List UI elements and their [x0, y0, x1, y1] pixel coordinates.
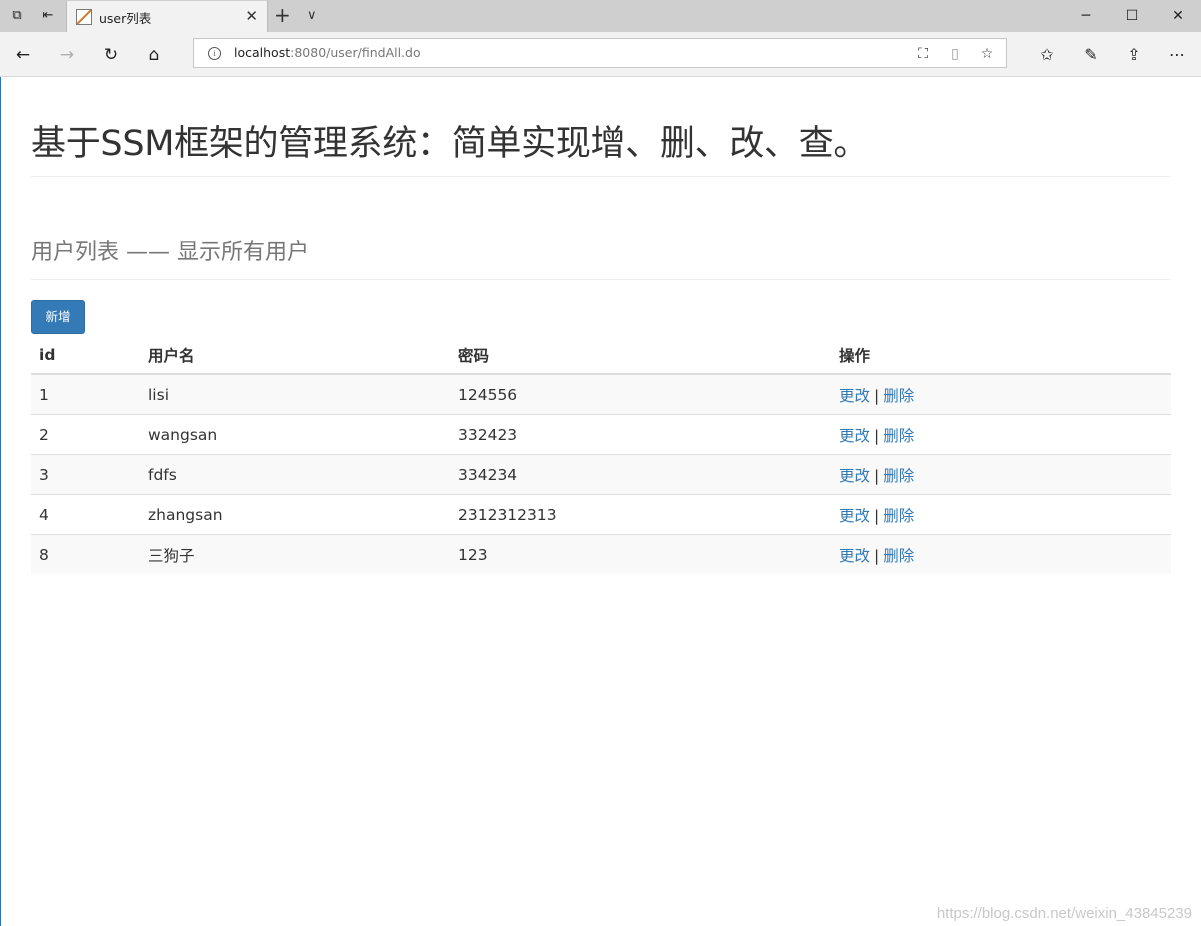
refresh-icon[interactable]: ↻: [98, 42, 124, 68]
share-icon[interactable]: ⇪: [1121, 42, 1147, 68]
minimize-icon[interactable]: ─: [1063, 0, 1109, 32]
cell-password: 123: [450, 534, 831, 574]
cell-actions: 更改 | 删除: [831, 534, 1171, 574]
divider: [31, 176, 1171, 177]
action-separator: |: [874, 506, 880, 525]
delete-link[interactable]: 删除: [883, 427, 914, 445]
close-tab-icon[interactable]: ✕: [245, 6, 258, 26]
maximize-icon[interactable]: ☐: [1109, 0, 1155, 32]
delete-link[interactable]: 删除: [883, 547, 914, 565]
cell-id: 1: [31, 373, 140, 415]
window-border: [0, 0, 1, 926]
tab-strip: ⧉ ⇤ user列表 ✕ + ∨ ─ ☐ ✕: [0, 0, 1201, 32]
cell-actions: 更改 | 删除: [831, 494, 1171, 535]
action-separator: |: [874, 466, 880, 485]
action-separator: |: [874, 386, 880, 405]
page-title: 基于SSM框架的管理系统：简单实现增、删、改、查。: [31, 124, 869, 164]
page-subtitle: 用户列表 —— 显示所有用户: [31, 240, 309, 265]
table-header-row: id 用户名 密码 操作: [31, 336, 1171, 375]
cell-id: 3: [31, 454, 140, 495]
header-actions: 操作: [831, 336, 1171, 375]
chevron-down-icon[interactable]: ∨: [307, 5, 317, 27]
cell-actions: 更改 | 删除: [831, 414, 1171, 455]
pen-icon[interactable]: ✎: [1078, 42, 1104, 68]
header-password: 密码: [450, 336, 831, 375]
url-text[interactable]: localhost:8080/user/findAll.do: [234, 45, 421, 60]
action-separator: |: [874, 546, 880, 565]
table-row: 1 lisi 124556 更改 | 删除: [31, 373, 1171, 415]
delete-link[interactable]: 删除: [883, 387, 914, 405]
divider: [31, 279, 1171, 280]
edit-link[interactable]: 更改: [839, 547, 870, 565]
cell-username: fdfs: [140, 454, 450, 495]
user-table: id 用户名 密码 操作 1 lisi 124556 更改 | 删除 2 wangs…: [31, 336, 1171, 574]
favorites-icon[interactable]: ✩: [1034, 42, 1060, 68]
cell-password: 334234: [450, 454, 831, 495]
cell-id: 4: [31, 494, 140, 535]
cell-password: 332423: [450, 414, 831, 455]
action-separator: |: [874, 426, 880, 445]
favicon-icon: [76, 9, 92, 25]
watermark: https://blog.csdn.net/weixin_43845239: [936, 905, 1192, 922]
cell-username: 三狗子: [140, 534, 450, 574]
url-host: localhost: [234, 45, 291, 60]
cell-username: wangsan: [140, 414, 450, 455]
cell-username: lisi: [140, 373, 450, 415]
address-bar[interactable]: i localhost:8080/user/findAll.do ⛶ ▯ ☆: [193, 38, 1007, 68]
edit-link[interactable]: 更改: [839, 427, 870, 445]
home-icon[interactable]: ⌂: [141, 42, 167, 68]
table-row: 3 fdfs 334234 更改 | 删除: [31, 454, 1171, 495]
table-row: 2 wangsan 332423 更改 | 删除: [31, 414, 1171, 455]
cell-password: 2312312313: [450, 494, 831, 535]
header-id: id: [31, 336, 140, 375]
tab-set-aside-icon[interactable]: ⧉: [7, 6, 27, 26]
cell-id: 8: [31, 534, 140, 574]
back-icon[interactable]: ←: [10, 42, 36, 68]
cell-password: 124556: [450, 373, 831, 415]
delete-link[interactable]: 删除: [883, 467, 914, 485]
cell-username: zhangsan: [140, 494, 450, 535]
table-row: 8 三狗子 123 更改 | 删除: [31, 534, 1171, 574]
new-tab-icon[interactable]: +: [274, 4, 291, 26]
more-icon[interactable]: ⋯: [1164, 42, 1190, 68]
tabs-aside-icon[interactable]: ⇤: [38, 6, 58, 26]
delete-link[interactable]: 删除: [883, 507, 914, 525]
tab-title: user列表: [99, 11, 152, 26]
header-username: 用户名: [140, 336, 450, 375]
reading-view-icon[interactable]: ▯: [945, 44, 965, 64]
edit-link[interactable]: 更改: [839, 467, 870, 485]
favorite-star-icon[interactable]: ☆: [977, 44, 997, 64]
forward-icon[interactable]: →: [54, 42, 80, 68]
site-info-icon[interactable]: i: [208, 47, 221, 60]
edit-link[interactable]: 更改: [839, 387, 870, 405]
cell-id: 2: [31, 414, 140, 455]
cell-actions: 更改 | 删除: [831, 454, 1171, 495]
close-window-icon[interactable]: ✕: [1155, 0, 1201, 32]
translate-icon[interactable]: ⛶: [913, 44, 933, 64]
table-row: 4 zhangsan 2312312313 更改 | 删除: [31, 494, 1171, 535]
navigation-bar: ← → ↻ ⌂ i localhost:8080/user/findAll.do…: [0, 32, 1201, 77]
edit-link[interactable]: 更改: [839, 507, 870, 525]
cell-actions: 更改 | 删除: [831, 373, 1171, 415]
url-path: :8080/user/findAll.do: [290, 45, 421, 60]
browser-tab[interactable]: user列表 ✕: [66, 1, 268, 32]
add-user-button[interactable]: 新增: [31, 300, 85, 334]
